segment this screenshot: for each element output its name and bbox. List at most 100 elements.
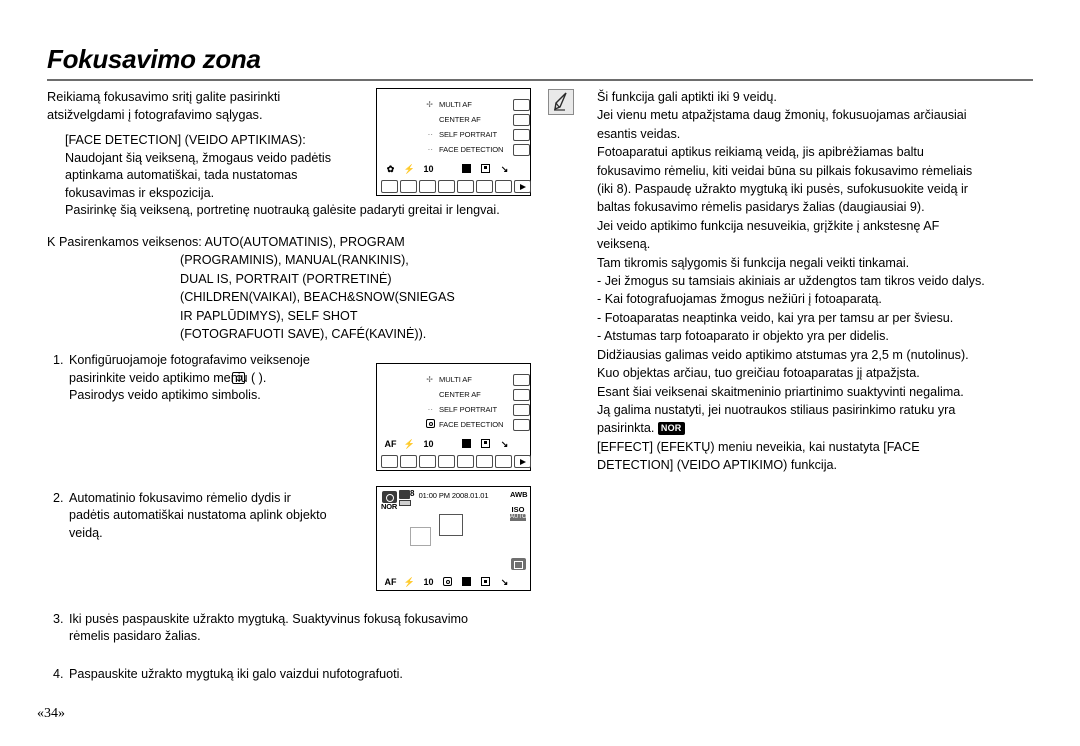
lcd1-row-center-af[interactable]: CENTER AF [377,112,530,127]
lcd1-label-self-portrait: SELF PORTRAIT [439,129,498,139]
note-line-8: Jei veido aptikimo funkcija nesuveikia, … [597,218,940,233]
lcd-menu-panel-2: ✢ MULTI AF CENTER AF ·· SELF PORTRAIT FA… [376,363,531,471]
pen-note-icon [548,89,574,115]
af-frame-primary [439,514,463,536]
battery-icon [399,500,411,506]
crosshair-icon: ✢ [426,374,433,384]
note-line-18: Ją galima nustatyti, jei nuotraukos stil… [597,402,956,417]
lcd1-slot-4[interactable] [438,179,455,193]
self-portrait-icon[interactable]: ↘ [495,164,514,175]
note-line-13: - Fotoaparatas neaptinka veido, kai yra … [597,310,954,325]
timer-10s-icon[interactable]: 10 [419,439,438,450]
macro-flower-icon[interactable]: ✿ [381,164,400,175]
lcd2-cell-strip [377,452,531,470]
lcd1-cell-4[interactable] [513,143,530,156]
lcd2-label-multi-af: MULTI AF [439,374,472,384]
step-2-number: 2. [53,490,64,505]
lcd2-cell-1[interactable] [513,373,530,386]
page-number: «34» [37,706,65,721]
k-bullet-icon: K [47,234,56,249]
lcd2-slot-next-arrow-icon[interactable] [514,454,531,468]
lcd1-slot-1[interactable] [381,179,398,193]
lcd2-slot-2[interactable] [400,454,417,468]
face-detection-icon[interactable] [438,577,457,588]
center-af-icon[interactable] [476,438,495,450]
lcd2-cell-2[interactable] [513,388,530,401]
note-tail-line-2: DETECTION] (VEIDO APTIKIMO) funkcija. [597,458,838,473]
step-4-body: Paspauskite užrakto mygtuką iki galo vai… [69,666,537,684]
multi-af-filled-icon[interactable] [457,438,476,450]
timer-10s-icon[interactable]: 10 [419,164,438,175]
lcd2-label-self-portrait: SELF PORTRAIT [439,404,498,414]
lcd2-bottom: AF ⚡ 10 ↘ [377,436,531,470]
self-portrait-icon[interactable]: ↘ [495,577,514,588]
lcd1-bottom: ✿ ⚡ 10 ↘ [377,161,531,195]
lcd1-cell-strip [377,177,531,195]
center-af-icon[interactable] [476,577,495,588]
self-portrait-icon[interactable]: ↘ [495,439,514,450]
step-3-number: 3. [53,611,64,626]
lcd2-rows: ✢ MULTI AF CENTER AF ·· SELF PORTRAIT FA… [377,372,530,432]
flash-icon[interactable]: ⚡ [400,439,419,450]
lcd1-slot-6[interactable] [476,179,493,193]
lcd2-slot-3[interactable] [419,454,436,468]
modes-line-5: (FOTOGRAFUOTI SAVE), CAFÉ(KAVINĖ)). [180,327,427,342]
dots-icon: ·· [427,144,433,154]
lcd2-slot-4[interactable] [438,454,455,468]
multi-af-filled-icon[interactable] [457,163,476,175]
lcd1-cell-2[interactable] [513,113,530,126]
flash-icon[interactable]: ⚡ [400,164,419,175]
lcd1-slot-7[interactable] [495,179,512,193]
lcd2-row-center-af[interactable]: CENTER AF [377,387,530,402]
lcd1-row-self-portrait[interactable]: ·· SELF PORTRAIT [377,127,530,142]
lcd1-slot-2[interactable] [400,179,417,193]
step-4-line-1: Paspauskite užrakto mygtuką iki galo vai… [69,666,403,681]
center-af-icon[interactable] [476,163,495,175]
modes-line-2: DUAL IS, PORTRAIT (PORTRETINĖ) [180,271,392,286]
preview-status-bar: 8 NOR 01:00 PM 2008.01.01 [377,487,530,511]
af-label-icon[interactable]: AF [381,439,400,450]
preview-right-icons: AWB ISO AUTO [510,490,528,528]
lcd2-slot-7[interactable] [495,454,512,468]
face-detection-note: Pasirinkę šią veikseną, portretinę nuotr… [65,203,500,218]
lcd2-slot-6[interactable] [476,454,493,468]
lcd2-cell-3[interactable] [513,403,530,416]
lcd2-slot-5[interactable] [457,454,474,468]
lcd2-row-self-portrait[interactable]: ·· SELF PORTRAIT [377,402,530,417]
lcd1-cell-3[interactable] [513,128,530,141]
note-line-11: - Jei žmogus su tamsiais akiniais ar užd… [597,274,985,289]
multi-af-filled-icon[interactable] [457,577,476,588]
note-line-17: Esant šiai veiksenai skaitmeninio priart… [597,384,964,399]
note-text: Ši funkcija gali aptikti iki 9 veidų. Je… [574,88,1040,475]
note-tail-line-1: [EFFECT] (EFEKTŲ) meniu neveikia, kai nu… [597,439,920,454]
modes-line-3: (CHILDREN(VAIKAI), BEACH&SNOW(SNIEGAS [180,290,455,305]
quality-indicator: NOR [381,502,398,511]
modes-line-1: (PROGRAMINIS), MANUAL(RANKINIS), [180,253,409,268]
lcd1-row-face-detection[interactable]: ·· FACE DETECTION [377,142,530,157]
lcd1-row-multi-af[interactable]: ✢ MULTI AF [377,97,530,112]
lcd1-slot-next-arrow-icon[interactable] [514,179,531,193]
note-line-15: Didžiausias galimas veido aptikimo atstu… [597,347,969,362]
note-line-10: Tam tikromis sąlygomis ši funkcija negal… [597,255,910,270]
lcd1-icon-strip: ✿ ⚡ 10 ↘ [377,161,530,177]
lcd1-cell-1[interactable] [513,98,530,111]
flash-icon[interactable]: ⚡ [400,577,419,588]
lcd1-slot-3[interactable] [419,179,436,193]
lcd2-label-face-detection: FACE DETECTION [439,419,504,429]
crosshair-icon: ✢ [426,99,433,109]
step-3-line-2: rėmelis pasidaro žalias. [69,629,201,644]
lcd2-icon-strip: AF ⚡ 10 ↘ [377,436,530,452]
lcd1-slot-5[interactable] [457,179,474,193]
timer-10s-icon[interactable]: 10 [419,577,438,588]
note-block: Ši funkcija gali aptikti iki 9 veidų. Je… [548,88,1040,475]
note-line-12: - Kai fotografuojamas žmogus nežiūri į f… [597,292,882,307]
note-line-4: Fotoaparatui aptikus reikiamą veidą, jis… [597,145,924,160]
dots-icon: ·· [427,129,433,139]
lcd2-row-multi-af[interactable]: ✢ MULTI AF [377,372,530,387]
lcd2-cell-4[interactable] [513,418,530,431]
lcd2-row-face-detection[interactable]: FACE DETECTION [377,417,530,432]
af-label-icon[interactable]: AF [381,577,400,588]
lcd2-slot-1[interactable] [381,454,398,468]
face-detection-icon [377,419,439,430]
